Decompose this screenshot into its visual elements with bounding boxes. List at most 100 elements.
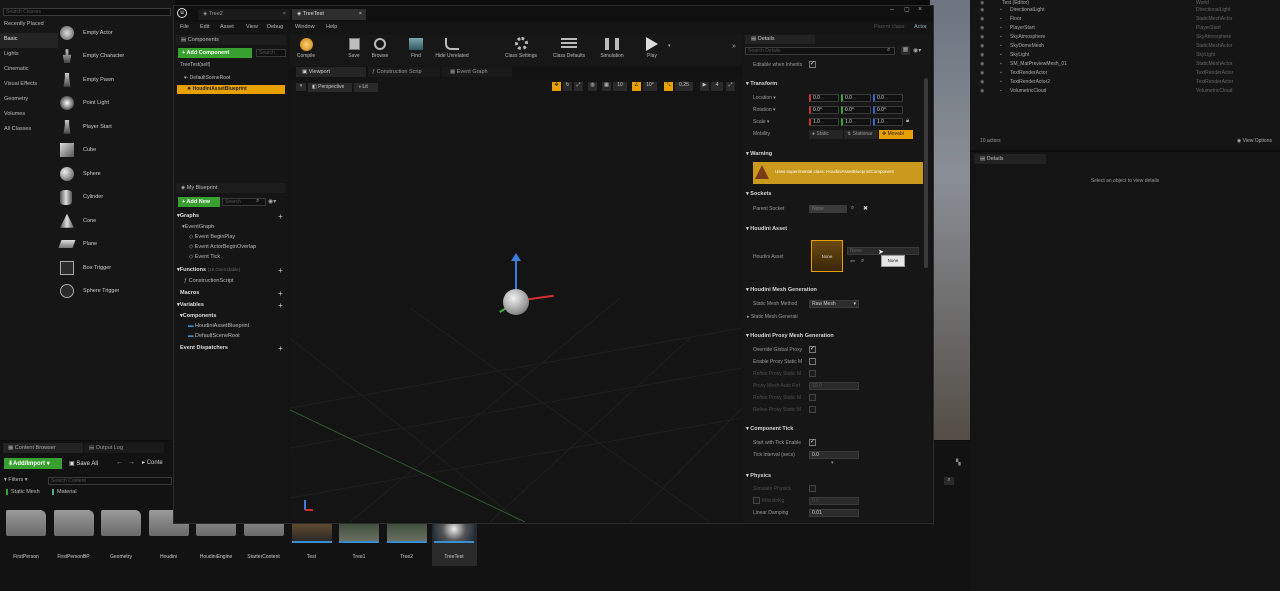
components-search-input[interactable]: Search	[256, 49, 286, 57]
asset-tile[interactable]: Test	[289, 520, 334, 566]
menu-asset[interactable]: Asset	[220, 24, 234, 30]
view-toggle-icon[interactable]: ◉▾	[268, 198, 276, 205]
scale-icon[interactable]: ⤢	[574, 82, 583, 91]
add-function-icon[interactable]: +	[278, 266, 283, 275]
components-subsection[interactable]: ▾Components	[180, 313, 216, 319]
event-item[interactable]: ◇ Event Tick	[189, 254, 220, 260]
search-socket-icon[interactable]: ⌕	[851, 205, 854, 212]
variables-section[interactable]: ▾Variables	[177, 302, 204, 308]
outliner-row[interactable]: ◉ ▪ SkyDomeMesh StaticMeshActor	[976, 43, 1276, 52]
add-macro-icon[interactable]: +	[278, 289, 283, 298]
property-matrix-icon[interactable]: ▦	[901, 46, 910, 55]
asset-tile[interactable]: Tree1	[337, 520, 382, 566]
section-physics[interactable]: ▾ Physics	[746, 473, 771, 479]
filter-chip[interactable]: Material	[52, 489, 77, 495]
construction-script-item[interactable]: ƒ ConstructionScript	[184, 278, 234, 284]
details-tab[interactable]: ▤ Details	[745, 35, 815, 44]
blueprint-viewport[interactable]: ▾ ◧ Perspective ◑ Lit ✥ ↻ ⤢ ◍ ▦ 10 ∠ 10°…	[290, 78, 742, 522]
tick-enable-checkbox[interactable]: ✓	[809, 439, 816, 446]
rotate-snap-icon[interactable]: ∠	[632, 82, 641, 91]
menu-file[interactable]: File	[180, 24, 189, 30]
class-settings-button[interactable]: Class Settings	[500, 36, 542, 64]
menu-edit[interactable]: Edit	[200, 24, 209, 30]
browse-asset-icon[interactable]: ⌕	[861, 258, 864, 265]
component-self[interactable]: TreeTest(self)	[180, 62, 210, 68]
tab-tree2[interactable]: ◈ Tree2 ×	[198, 9, 290, 20]
place-item[interactable]: Player Start	[60, 115, 175, 139]
scale-snap-icon[interactable]: ⤡	[664, 82, 673, 91]
close-tab-icon[interactable]: ×	[283, 11, 286, 17]
outliner-row[interactable]: ◉ ▪ SkyAtmosphere SkyAtmosphere	[976, 34, 1276, 43]
tab-treetest[interactable]: ◈ TreeTest ×	[292, 9, 366, 20]
lit-button[interactable]: ◑ Lit	[354, 83, 378, 92]
proxy-auto-refine-field[interactable]: 10.0	[809, 382, 859, 390]
simulation-button[interactable]: Simulation	[594, 36, 630, 64]
folder-tile[interactable]: FirstPerson	[4, 508, 48, 562]
eye-icon[interactable]: ◉	[980, 88, 984, 94]
asset-tile[interactable]: TreeTest	[431, 520, 477, 566]
add-component-button[interactable]: + Add Component	[178, 48, 252, 58]
static-mesh-method-dropdown[interactable]: Raw Mesh ▾	[809, 300, 859, 308]
tick-interval-field[interactable]: 0.0	[809, 451, 859, 459]
grid-snap-icon[interactable]: ▦	[602, 82, 611, 91]
compile-button[interactable]: Compile	[292, 36, 320, 64]
add-graph-icon[interactable]: +	[278, 212, 283, 221]
refine-proxy-checkbox[interactable]	[809, 406, 816, 413]
category-item[interactable]: Geometry	[0, 93, 58, 108]
section-proxy-mesh[interactable]: ▾ Houdini Proxy Mesh Generation	[746, 333, 834, 339]
rotate-icon[interactable]: ↻	[563, 82, 572, 91]
class-defaults-button[interactable]: Class Defaults	[546, 36, 592, 64]
rotation-z[interactable]: 0.0°	[873, 106, 903, 114]
category-item[interactable]: All Classes	[0, 123, 58, 138]
tab-event-graph[interactable]: ▦ Event Graph	[442, 67, 512, 77]
eye-icon[interactable]: ◉	[980, 7, 984, 13]
folder-tile[interactable]: FirstPersonBP	[52, 508, 96, 562]
eye-icon[interactable]: ◉	[980, 25, 984, 31]
camera-speed-icon[interactable]: ▶	[700, 82, 709, 91]
category-item[interactable]: Basic	[0, 33, 58, 48]
place-item[interactable]: Box Trigger	[60, 256, 175, 280]
place-item[interactable]: Empty Character	[60, 45, 175, 69]
section-transform[interactable]: ▾ Transform	[746, 81, 777, 87]
tab-viewport[interactable]: ▣ Viewport	[296, 67, 366, 77]
find-button[interactable]: Find	[402, 36, 430, 64]
eye-icon[interactable]: ◉	[980, 52, 984, 58]
place-item[interactable]: Empty Pawn	[60, 68, 175, 92]
view-options-icon[interactable]: ◉▾	[913, 47, 921, 54]
parent-socket-field[interactable]: None	[809, 205, 847, 213]
save-all-button[interactable]: ▣ Save All	[66, 458, 110, 469]
add-import-button[interactable]: ⬇Add/Import ▾	[4, 458, 62, 469]
place-item[interactable]: Sphere Trigger	[60, 280, 175, 304]
outliner-row[interactable]: ◉ ▪ DirectionalLight DirectionalLight	[976, 7, 1276, 16]
place-item[interactable]: Empty Actor	[60, 21, 175, 45]
details-scrollbar[interactable]	[924, 78, 928, 268]
maximize-viewport-icon[interactable]: ⤢	[726, 82, 735, 91]
add-dispatcher-icon[interactable]: +	[278, 344, 283, 353]
enable-proxy-checkbox[interactable]	[809, 358, 816, 365]
scroll-handle[interactable]: ▚	[956, 459, 964, 467]
component-houdini-selected[interactable]: ✷ HoudiniAssetBlueprint	[177, 85, 285, 94]
details-search-input[interactable]: Search Details	[745, 47, 895, 55]
save-button[interactable]: Save	[340, 36, 368, 64]
menu-debug[interactable]: Debug	[267, 24, 283, 30]
toolbar-overflow-icon[interactable]: »	[732, 43, 736, 50]
expand-advanced-icon[interactable]: ▾	[831, 460, 834, 466]
component-default-root[interactable]: ▾◦ DefaultSceneRoot	[184, 75, 230, 81]
tab-construction-script[interactable]: ƒ Construction Scrip	[368, 67, 440, 77]
close-tab-icon[interactable]: ×	[359, 11, 362, 17]
eye-icon[interactable]: ◉	[980, 43, 984, 49]
play-options-icon[interactable]: ▾	[668, 43, 671, 49]
variable-item[interactable]: ▬ DefaultSceneRoot	[188, 333, 240, 339]
outliner-row[interactable]: ◉ ▪ TextRenderActor2 TextRenderActor	[976, 79, 1276, 88]
parent-class-link[interactable]: Actor	[914, 24, 927, 30]
eye-icon[interactable]: ◉	[980, 79, 984, 85]
transform-gizmo[interactable]	[495, 253, 575, 323]
place-item[interactable]: Cube	[60, 139, 175, 163]
add-new-button[interactable]: + Add New	[178, 197, 220, 207]
eye-icon[interactable]: ◉	[980, 34, 984, 40]
mass-override-checkbox[interactable]	[753, 497, 760, 504]
place-item[interactable]: Point Light	[60, 92, 175, 116]
location-z[interactable]: 0.0	[873, 94, 903, 102]
maximize-button[interactable]: ▢	[904, 6, 910, 13]
place-item[interactable]: Plane	[58, 233, 175, 257]
